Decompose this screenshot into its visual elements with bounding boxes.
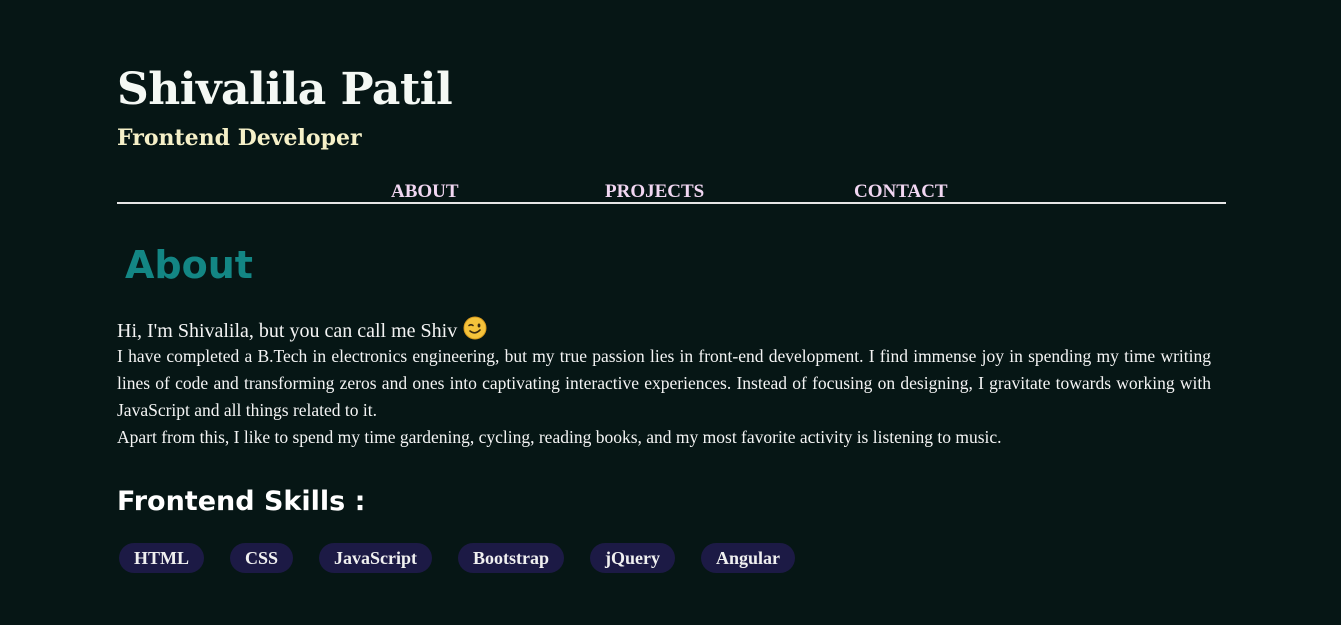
about-bio: I have completed a B.Tech in electronics… [117, 346, 1211, 420]
about-section-title: About [125, 243, 253, 287]
skill-chip-javascript: JavaScript [319, 543, 433, 573]
nav-link-contact[interactable]: CONTACT [854, 180, 948, 204]
greeting-text: Hi, I'm Shivalila, but you can call me S… [117, 320, 458, 342]
skill-chip-jquery: jQuery [590, 543, 676, 573]
skill-chip-css: CSS [230, 543, 294, 573]
skills-list: HTML CSS JavaScript Bootstrap jQuery Angular [119, 543, 821, 573]
nav-link-about[interactable]: ABOUT [391, 180, 459, 204]
skill-chip-bootstrap: Bootstrap [458, 543, 565, 573]
job-title: Frontend Developer [117, 125, 362, 151]
skill-chip-angular: Angular [701, 543, 796, 573]
skills-section-title: Frontend Skills : [117, 486, 366, 517]
nav-link-projects[interactable]: PROJECTS [605, 180, 704, 204]
about-hobbies: Apart from this, I like to spend my time… [117, 427, 1002, 447]
skill-chip-html: HTML [119, 543, 205, 573]
site-owner-name: Shivalila Patil [117, 64, 453, 115]
main-nav: ABOUT PROJECTS CONTACT [117, 180, 1226, 204]
